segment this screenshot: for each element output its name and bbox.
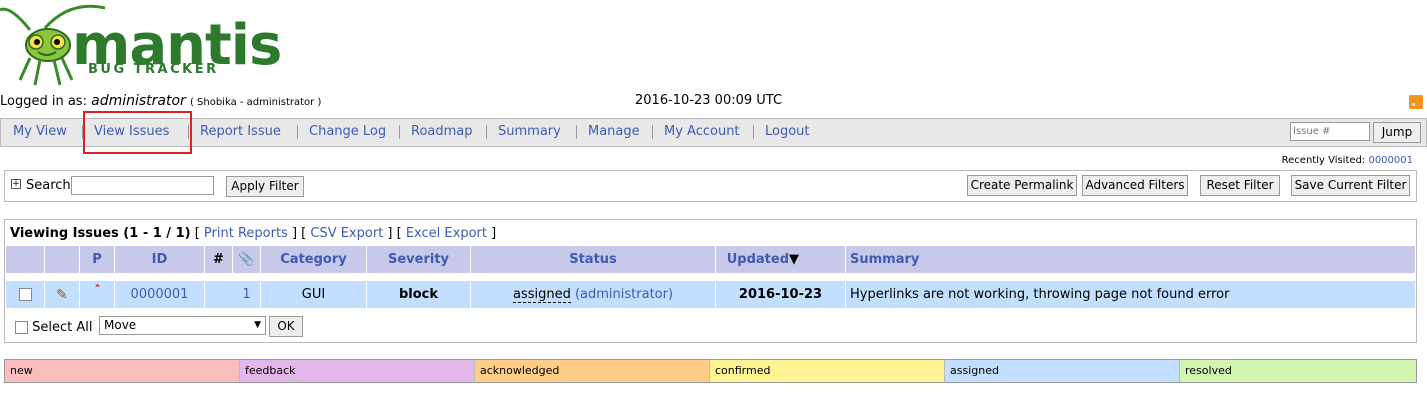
select-all[interactable]: Select All	[15, 320, 93, 335]
column-updated[interactable]: Updated	[716, 246, 789, 273]
save-filter-button[interactable]: Save Current Filter	[1291, 175, 1410, 196]
table-row: ✎ ˆ 0000001 1 GUI block assigned (admini…	[6, 281, 1415, 308]
column-priority[interactable]: P	[80, 246, 114, 273]
menu-my-account[interactable]: My Account	[664, 124, 740, 139]
apply-filter-button[interactable]: Apply Filter	[226, 176, 304, 197]
menu-separator	[753, 125, 754, 139]
issue-list-header: Viewing Issues (1 - 1 / 1) [ Print Repor…	[10, 226, 497, 241]
menu-separator	[576, 125, 577, 139]
checkbox-box[interactable]	[18, 288, 32, 301]
menu-separator	[399, 125, 400, 139]
menu-manage[interactable]: Manage	[588, 124, 640, 139]
issue-list: Viewing Issues (1 - 1 / 1) [ Print Repor…	[4, 219, 1417, 343]
server-datetime: 2016-10-23 00:09 UTC	[635, 93, 783, 108]
advanced-filters-button[interactable]: Advanced Filters	[1082, 175, 1188, 196]
menu-report-issue[interactable]: Report Issue	[200, 124, 281, 139]
column-separator	[44, 246, 45, 273]
recently-visited-label: Recently Visited:	[1281, 155, 1366, 166]
menu-logout[interactable]: Logout	[765, 124, 810, 139]
issue-notes-count[interactable]: 1	[233, 281, 260, 308]
issue-number-input[interactable]	[1290, 122, 1370, 141]
column-separator	[845, 281, 846, 308]
bulk-actions: Select All Move ▼ OK	[6, 313, 1415, 341]
edit-pencil-icon[interactable]: ✎	[56, 287, 68, 303]
menu-separator	[486, 125, 487, 139]
column-category[interactable]: Category	[261, 246, 366, 273]
legend-confirmed: confirmed	[710, 360, 945, 382]
menu-separator	[652, 125, 653, 139]
issue-id-link[interactable]: 0000001	[115, 281, 204, 308]
menu-change-log[interactable]: Change Log	[309, 124, 386, 139]
expand-filter-icon[interactable]: +	[11, 179, 21, 189]
column-summary[interactable]: Summary	[850, 246, 1050, 273]
paperclip-icon[interactable]: 📎	[233, 246, 260, 273]
column-separator	[44, 281, 45, 308]
issue-handler-link[interactable]: (administrator)	[575, 287, 673, 302]
main-menu: My View View Issues Report Issue Change …	[0, 118, 1427, 147]
bulk-action-value: Move	[104, 318, 137, 332]
column-status[interactable]: Status	[471, 246, 715, 273]
highlight-box	[83, 111, 192, 154]
viewing-issues-label: Viewing Issues (1 - 1 / 1)	[10, 226, 191, 241]
login-username: administrator	[91, 93, 186, 109]
mantis-logo[interactable]: mantis BUG TRACKER	[0, 0, 282, 92]
menu-roadmap[interactable]: Roadmap	[411, 124, 473, 139]
login-prefix: Logged in as:	[0, 94, 87, 109]
column-separator	[204, 281, 205, 308]
bulk-action-select[interactable]: Move ▼	[99, 316, 266, 335]
column-severity[interactable]: Severity	[367, 246, 470, 273]
status-legend: new feedback acknowledged confirmed assi…	[4, 359, 1417, 383]
table-header: P ID # 📎 Category Severity Status Update…	[6, 246, 1415, 273]
select-all-checkbox[interactable]	[15, 321, 28, 334]
issue-status-value: assigned	[512, 287, 571, 303]
column-separator	[845, 246, 846, 273]
print-reports-link[interactable]: Print Reports	[204, 226, 288, 241]
sort-descending-icon: ▼	[789, 252, 799, 267]
jump-button[interactable]: Jump	[1373, 122, 1421, 143]
login-info-bar: Logged in as: administrator ( Shobika - …	[0, 93, 1427, 111]
ok-button[interactable]: OK	[269, 316, 303, 337]
column-id[interactable]: ID	[115, 246, 204, 273]
legend-new: new	[5, 360, 240, 382]
legend-resolved: resolved	[1180, 360, 1416, 382]
logo-subtitle: BUG TRACKER	[88, 62, 219, 77]
legend-acknowledged: acknowledged	[475, 360, 710, 382]
legend-assigned: assigned	[945, 360, 1180, 382]
priority-high-icon: ˆ	[94, 284, 101, 300]
csv-export-link[interactable]: CSV Export	[310, 226, 383, 241]
create-permalink-button[interactable]: Create Permalink	[967, 175, 1077, 196]
reset-filter-button[interactable]: Reset Filter	[1200, 175, 1280, 196]
issue-category: GUI	[301, 287, 326, 302]
column-separator	[79, 281, 80, 308]
search-label: Search	[26, 178, 71, 193]
excel-export-link[interactable]: Excel Export	[406, 226, 487, 241]
column-notes-count[interactable]: #	[205, 246, 232, 273]
menu-my-view[interactable]: My View	[13, 124, 67, 139]
menu-summary[interactable]: Summary	[498, 124, 561, 139]
search-input[interactable]	[71, 176, 214, 195]
legend-feedback: feedback	[240, 360, 475, 382]
select-all-label: Select All	[32, 320, 93, 335]
issue-summary: Hyperlinks are not working, throwing pag…	[850, 287, 1230, 302]
issue-severity: block	[398, 287, 439, 302]
recently-visited-link[interactable]: 0000001	[1368, 155, 1413, 166]
filter-bar: + Search Apply Filter Create Permalink A…	[4, 170, 1417, 202]
dropdown-arrow-icon: ▼	[254, 320, 261, 330]
row-checkbox[interactable]	[6, 281, 44, 308]
menu-separator	[297, 125, 298, 139]
login-realname: ( Shobika - administrator )	[189, 97, 322, 108]
rss-icon[interactable]	[1409, 95, 1423, 109]
issue-status: assigned (administrator)	[471, 281, 715, 308]
login-info: Logged in as: administrator ( Shobika - …	[0, 93, 321, 109]
recently-visited: Recently Visited: 0000001	[1282, 155, 1413, 166]
issue-updated: 2016-10-23	[738, 287, 823, 302]
